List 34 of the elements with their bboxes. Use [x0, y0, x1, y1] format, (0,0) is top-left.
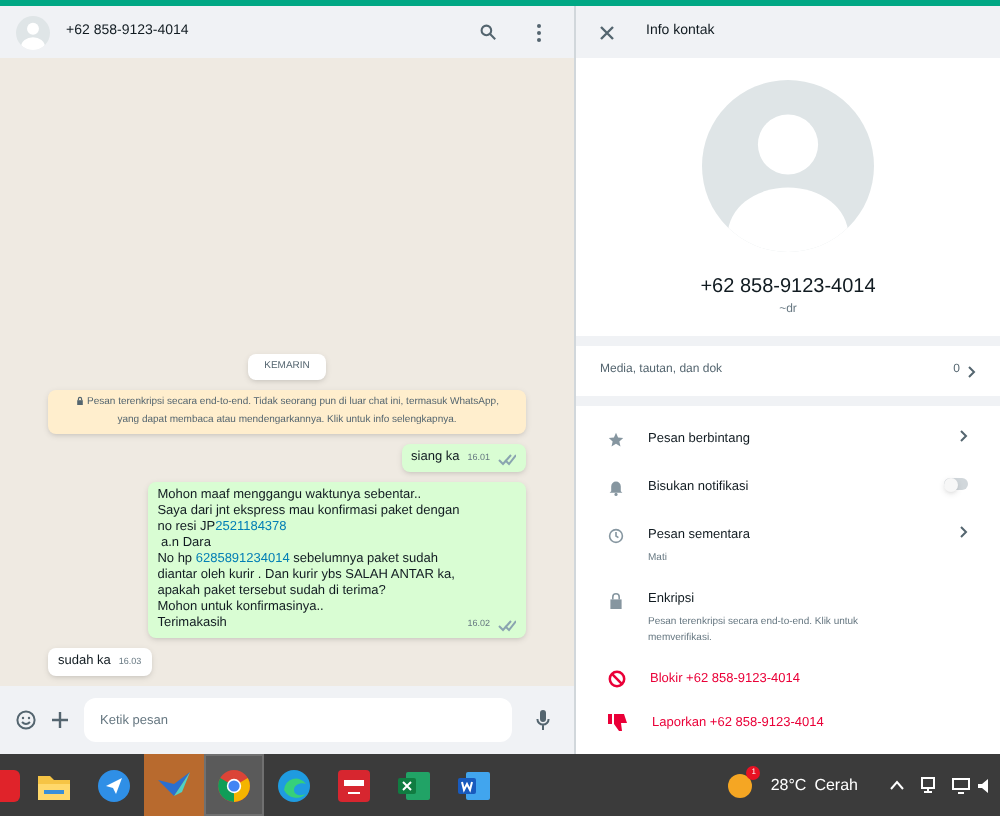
timer-icon [608, 528, 624, 544]
double-check-icon [498, 454, 516, 466]
emoji-icon[interactable] [16, 710, 36, 730]
double-check-icon [498, 620, 516, 632]
close-icon[interactable] [600, 25, 614, 39]
bird-icon[interactable] [158, 771, 190, 799]
profile-phone: +62 858-9123-4014 [700, 274, 876, 302]
weather-condition: Cerah [814, 773, 858, 797]
star-icon [608, 432, 624, 448]
bell-icon [608, 480, 624, 496]
lock-icon [608, 591, 624, 610]
chevron-icon[interactable] [960, 526, 968, 538]
thumbs-down-icon [608, 714, 628, 732]
folder-icon[interactable] [38, 771, 70, 799]
chrome-icon[interactable] [218, 769, 250, 801]
avatar [16, 15, 50, 49]
weather-temperature: 28°C [770, 773, 807, 797]
chevron-up-icon[interactable] [890, 780, 904, 790]
chevron-icon [968, 365, 976, 377]
paper-plane-icon[interactable] [98, 769, 130, 801]
app-icon[interactable] [338, 769, 370, 801]
toggle-switch[interactable] [944, 478, 968, 490]
edge-icon[interactable] [278, 769, 310, 801]
plus-icon[interactable] [52, 712, 68, 728]
speaker-icon[interactable] [978, 777, 992, 793]
block-icon [608, 670, 626, 688]
menu-icon[interactable] [536, 23, 542, 41]
chevron-icon[interactable] [960, 430, 968, 442]
sun-icon[interactable] [726, 771, 755, 799]
search-icon[interactable] [480, 24, 496, 40]
microphone-icon[interactable] [536, 710, 550, 730]
lock-icon [75, 396, 84, 406]
spreadsheet-icon[interactable] [398, 769, 430, 801]
document-icon[interactable] [458, 769, 490, 801]
